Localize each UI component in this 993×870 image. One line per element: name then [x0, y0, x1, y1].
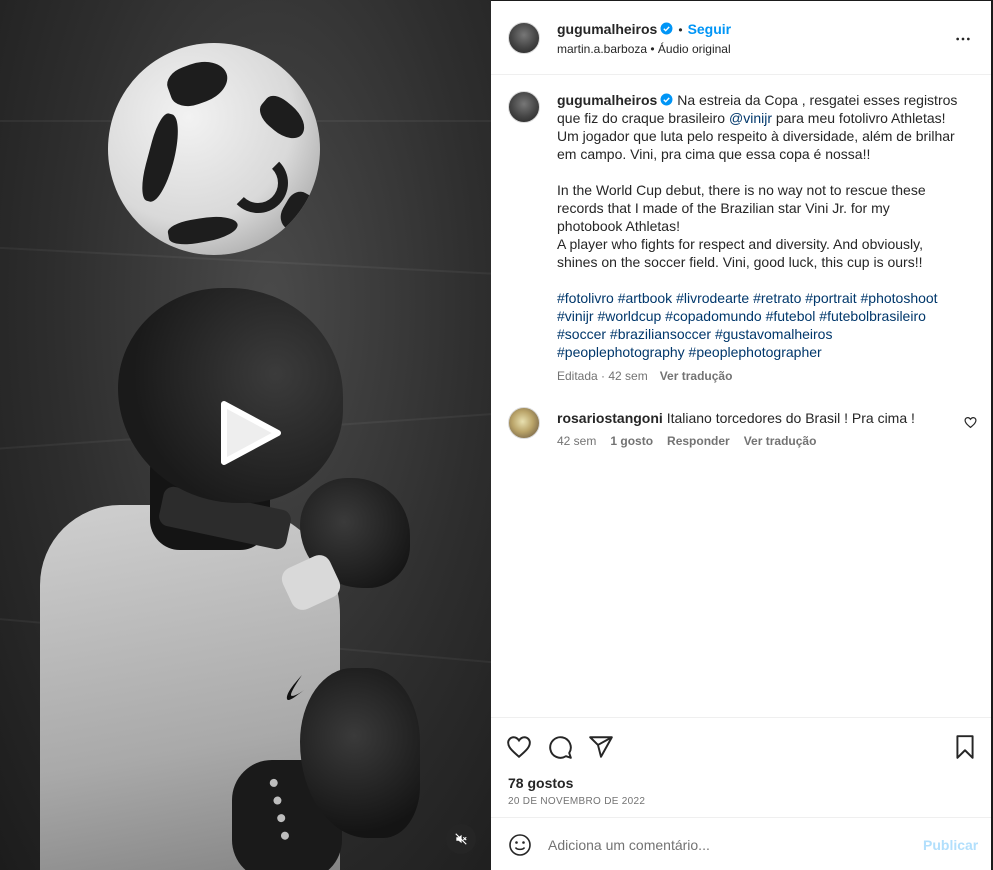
- caption-text: para meu fotolivro Athletas!: [772, 110, 946, 126]
- comment-heart-icon[interactable]: [964, 416, 977, 429]
- comment-text: Italiano torcedores do Brasil ! Pra cima…: [666, 410, 915, 426]
- comment-likes[interactable]: 1 gosto: [610, 434, 653, 448]
- post-dialog: gugumalheiros • Seguir martin.a.barboza • …: [0, 0, 993, 870]
- action-bar: 78 gostos 20 DE NOVEMBRO DE 2022: [491, 717, 991, 817]
- share-icon[interactable]: [588, 734, 614, 760]
- more-options-icon[interactable]: [955, 31, 971, 47]
- caption-text: Na estreia da Copa , resgatei esses regi…: [677, 92, 958, 108]
- caption-line: shines on the soccer field. Vini, good l…: [557, 254, 923, 270]
- video-player[interactable]: [0, 0, 491, 870]
- caption-line: Um jogador que luta pelo respeito à dive…: [557, 128, 955, 144]
- caption-line: que fiz do craque brasileiro @vinijr par…: [557, 109, 977, 127]
- football-image: [108, 43, 320, 255]
- caption-line: In the World Cup debut, there is no way …: [557, 182, 926, 198]
- author-username[interactable]: gugumalheiros: [557, 21, 657, 37]
- add-comment-bar: Publicar: [491, 817, 991, 870]
- swoosh-logo: [286, 675, 304, 700]
- hashtag-line[interactable]: #peoplephotography #peoplephotographer: [557, 343, 977, 361]
- heart-icon[interactable]: [506, 734, 532, 760]
- caption-meta: Editada · 42 sem Ver tradução: [557, 369, 732, 383]
- emoji-icon[interactable]: [508, 833, 532, 857]
- likes-count[interactable]: 78 gostos: [508, 775, 573, 791]
- reply-button[interactable]: Responder: [667, 434, 730, 448]
- comment-input[interactable]: [548, 834, 888, 856]
- author-row: gugumalheiros • Seguir: [557, 21, 731, 37]
- caption-text: que fiz do craque brasileiro: [557, 110, 729, 126]
- caption-line: photobook Athletas!: [557, 218, 680, 234]
- play-icon[interactable]: [218, 400, 284, 466]
- comment-meta: 42 sem 1 gosto Responder Ver tradução: [557, 434, 830, 448]
- follow-button[interactable]: Seguir: [688, 21, 732, 37]
- commenter-username[interactable]: rosariostangoni: [557, 410, 663, 426]
- comment-icon[interactable]: [547, 734, 573, 760]
- publish-button[interactable]: Publicar: [923, 837, 978, 853]
- comment-item: rosariostangoni Italiano torcedores do B…: [557, 409, 957, 427]
- caption-line: gugumalheiros Na estreia da Copa , resga…: [557, 91, 977, 109]
- mention-link[interactable]: @vinijr: [729, 110, 772, 126]
- post-header: gugumalheiros • Seguir martin.a.barboza • …: [491, 1, 991, 75]
- backdrop-fold: [0, 245, 491, 277]
- verified-badge-icon: [660, 93, 673, 106]
- comment-see-translation[interactable]: Ver tradução: [744, 434, 817, 448]
- post-caption: gugumalheiros Na estreia da Copa , resga…: [557, 91, 977, 361]
- mute-icon: [455, 833, 467, 845]
- hashtag-line[interactable]: #vinijr #worldcup #copadomundo #futebol …: [557, 307, 977, 325]
- post-side-panel: gugumalheiros • Seguir martin.a.barboza • …: [491, 1, 991, 870]
- bookmark-icon[interactable]: [952, 734, 978, 760]
- audio-credit[interactable]: martin.a.barboza • Áudio original: [557, 42, 731, 56]
- comment-time: 42 sem: [557, 434, 597, 448]
- caption-line: A player who fights for respect and dive…: [557, 236, 924, 252]
- verified-badge-icon: [660, 22, 673, 35]
- hashtag-line[interactable]: #fotolivro #artbook #livrodearte #retrat…: [557, 289, 977, 307]
- commenter-avatar[interactable]: [508, 407, 540, 439]
- see-translation-link[interactable]: Ver tradução: [660, 369, 733, 383]
- caption-line: em campo. Vini, pra cima que essa copa é…: [557, 146, 871, 162]
- hashtag-line[interactable]: #soccer #braziliansoccer #gustavomalheir…: [557, 325, 977, 343]
- mute-button[interactable]: [446, 824, 476, 854]
- caption-line: records that I made of the Brazilian sta…: [557, 200, 890, 216]
- caption-author-avatar[interactable]: [508, 91, 540, 123]
- post-date: 20 DE NOVEMBRO DE 2022: [508, 796, 646, 807]
- author-avatar[interactable]: [508, 22, 540, 54]
- separator-dot: •: [678, 23, 683, 37]
- caption-author-username[interactable]: gugumalheiros: [557, 92, 657, 108]
- edited-timestamp: Editada · 42 sem: [557, 369, 648, 383]
